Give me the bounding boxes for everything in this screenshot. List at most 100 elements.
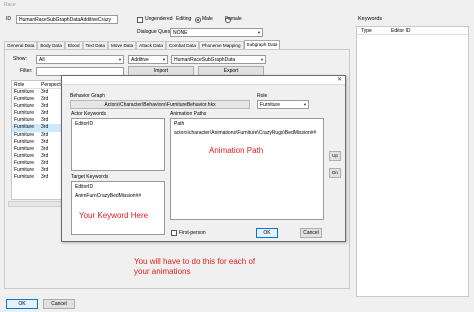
show-select[interactable]: All ▼ <box>36 55 124 64</box>
tab-combat-data[interactable]: Combat Data <box>165 41 199 49</box>
keywords-list[interactable]: Type Editor ID <box>356 26 469 297</box>
table-row[interactable]: Furniture 3rd <box>12 103 66 110</box>
female-label: Female <box>225 16 242 22</box>
table-row[interactable]: Furniture 3rd <box>12 110 66 117</box>
target-keywords-label: Target Keywords <box>71 174 109 180</box>
target-keywords-list[interactable]: EditorID AnimFurnCrazyBedMission## <box>71 181 165 235</box>
animation-path-item[interactable]: actors\character\Animations\Furniture\Cr… <box>171 129 323 137</box>
tab-body-data[interactable]: Body Data <box>37 41 65 49</box>
annotation-animation-path: Animation Path <box>209 146 264 155</box>
cell-role: Furniture <box>14 110 35 117</box>
tab-move-data[interactable]: Move Data <box>107 41 137 49</box>
dialog-ok-button[interactable]: OK <box>256 228 278 238</box>
cell-role: Furniture <box>14 138 35 145</box>
chevron-down-icon: ▼ <box>162 57 166 62</box>
subgraph-grid[interactable]: Role Perspect... Furniture 3rd Furniture 3r… <box>11 80 67 200</box>
role-label: Role <box>257 93 268 99</box>
column-role[interactable]: Role <box>12 81 39 88</box>
tab-strip: General Data Body Data Blood Text Data M… <box>4 40 281 49</box>
column-editor-id[interactable]: Editor ID <box>387 27 410 34</box>
dialogue-quest-label: Dialogue Quest <box>137 29 172 35</box>
annotation-footer-line-1: You will have to do this for each of <box>134 257 256 266</box>
behavior-graph-field[interactable]: Actors\Character\Behaviors\FurnitureBeha… <box>70 100 250 109</box>
animation-paths-list[interactable]: Path actors\character\Animations\Furnitu… <box>170 118 324 220</box>
ungendered-checkbox[interactable] <box>137 17 143 23</box>
cancel-button[interactable]: Cancel <box>43 299 75 309</box>
annotation-footer: You will have to do this for each of you… <box>134 257 255 277</box>
dialogue-quest-value: NONE <box>173 30 188 36</box>
cell-role: Furniture <box>14 117 35 124</box>
filter-label: Filter: <box>20 68 33 74</box>
cell-role: Furniture <box>14 145 35 152</box>
cell-role: Furniture <box>14 152 35 159</box>
cell-role: Furniture <box>14 167 35 174</box>
actor-keywords-list[interactable]: EditorID <box>71 118 165 171</box>
male-radio[interactable] <box>195 17 201 23</box>
cell-role: Furniture <box>14 174 35 181</box>
cell-role: Furniture <box>14 124 35 131</box>
first-person-label: First-person <box>179 230 206 236</box>
tab-subgraph-data[interactable]: Subgraph Data <box>243 40 281 49</box>
first-person-checkbox[interactable] <box>171 230 177 236</box>
table-row[interactable]: Furniture 3rd <box>12 174 66 181</box>
additive-value: Additive <box>131 57 149 63</box>
table-row[interactable]: Furniture 3rd <box>12 117 66 124</box>
table-row[interactable]: Furniture 3rd <box>12 96 66 103</box>
editing-label: Editing <box>176 16 192 22</box>
male-label: Male <box>202 16 213 22</box>
table-row[interactable]: Furniture 3rd <box>12 89 66 96</box>
tab-blood[interactable]: Blood <box>64 41 83 49</box>
actor-keywords-column: EditorID <box>75 121 94 127</box>
cell-role: Furniture <box>14 131 35 138</box>
column-type[interactable]: Type <box>357 27 387 34</box>
role-value: Furniture <box>260 102 281 108</box>
table-row[interactable]: Furniture 3rd <box>12 160 66 167</box>
ungendered-label: Ungendered <box>145 16 173 22</box>
cell-role: Furniture <box>14 96 35 103</box>
race-value: HumanRaceSubGraphData <box>174 57 236 63</box>
show-label: Show: <box>13 56 27 62</box>
id-label: ID <box>6 16 11 22</box>
ok-button[interactable]: OK <box>6 299 38 309</box>
tab-general-data[interactable]: General Data <box>4 41 38 49</box>
cell-role: Furniture <box>14 89 35 95</box>
tab-text-data[interactable]: Text Data <box>82 41 108 49</box>
dialogue-quest-select[interactable]: NONE ▼ <box>170 28 263 37</box>
behavior-graph-label: Behavior Graph <box>70 93 106 99</box>
table-row[interactable]: Furniture 3rd <box>12 153 66 160</box>
table-row[interactable]: Furniture 3rd <box>12 132 66 139</box>
tab-phoneme-mapping[interactable]: Phoneme Mapping <box>198 41 244 49</box>
chevron-down-icon: ▼ <box>118 57 122 62</box>
table-row[interactable]: Furniture 3rd <box>12 139 66 146</box>
annotation-keyword: Your Keyword Here <box>79 211 149 220</box>
dialog-titlebar <box>62 76 345 85</box>
up-button[interactable]: Up <box>329 151 341 161</box>
cell-role: Furniture <box>14 159 35 166</box>
dialog-cancel-button[interactable]: Cancel <box>300 228 322 238</box>
show-value: All <box>39 57 45 63</box>
target-keywords-column: EditorID <box>75 184 94 190</box>
close-icon[interactable]: ✕ <box>337 76 342 83</box>
id-field[interactable]: HumanRaceSubGraphDataAdditiveCrazy <box>16 15 118 24</box>
down-button[interactable]: Dn <box>329 168 341 178</box>
path-column: Path <box>174 121 185 127</box>
grid-body: Furniture 3rd Furniture 3rd Furniture 3rd Furn… <box>12 89 66 181</box>
chevron-down-icon: ▼ <box>260 57 264 62</box>
race-select[interactable]: HumanRaceSubGraphData ▼ <box>171 55 266 64</box>
tab-attack-data[interactable]: Attack Data <box>136 41 166 49</box>
cell-role: Furniture <box>14 103 35 110</box>
animation-paths-label: Animation Paths <box>170 111 207 117</box>
annotation-footer-line-2: your animations <box>134 267 191 276</box>
target-keyword-item[interactable]: AnimFurnCrazyBedMission## <box>72 192 164 200</box>
table-row[interactable]: Furniture 3rd <box>12 146 66 153</box>
grid-horizontal-scrollbar[interactable] <box>8 201 66 207</box>
keywords-header: Type Editor ID <box>357 27 468 35</box>
table-row[interactable]: Furniture 3rd <box>12 124 66 132</box>
chevron-down-icon: ▼ <box>303 102 307 107</box>
chevron-down-icon: ▼ <box>257 30 261 35</box>
table-row[interactable]: Furniture 3rd <box>12 167 66 174</box>
keywords-title: Keywords <box>358 16 383 22</box>
additive-select[interactable]: Additive ▼ <box>128 55 168 64</box>
role-select[interactable]: Furniture ▼ <box>257 100 309 109</box>
actor-keywords-label: Actor Keywords <box>71 111 107 117</box>
